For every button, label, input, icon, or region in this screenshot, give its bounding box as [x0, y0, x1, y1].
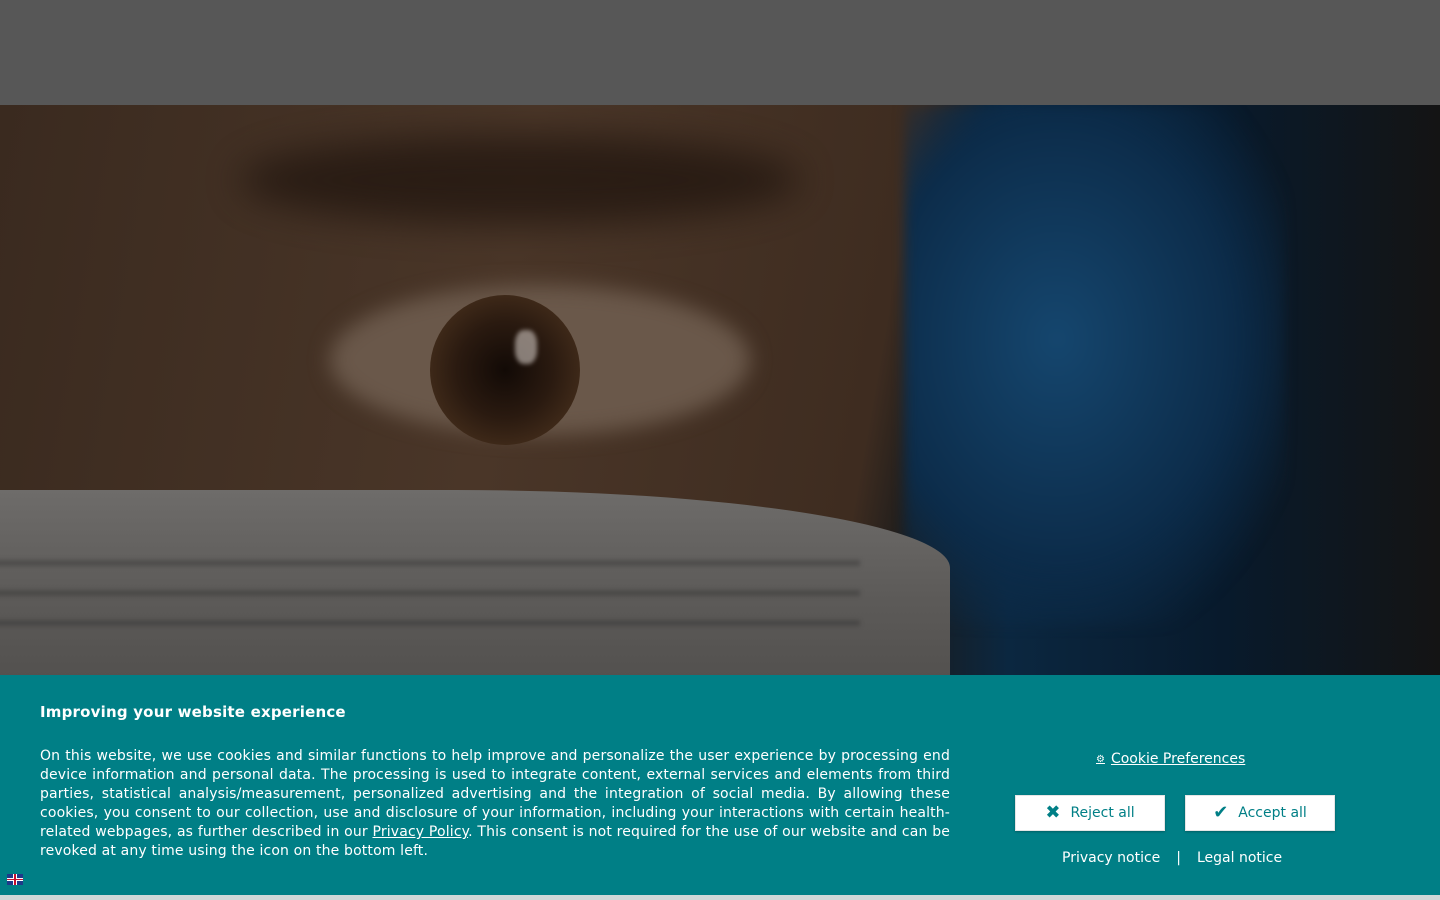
accept-all-label: Accept all [1238, 805, 1307, 821]
site-header [0, 0, 1440, 105]
privacy-policy-link[interactable]: Privacy Policy [373, 824, 469, 840]
surgical-cap [905, 105, 1285, 625]
legal-notice-link[interactable]: Legal notice [1197, 850, 1282, 866]
iris [430, 295, 580, 445]
mask-pleat [0, 560, 860, 566]
hero-image [0, 105, 1440, 675]
close-icon: ✖ [1045, 802, 1061, 823]
accept-all-button[interactable]: ✔ Accept all [1185, 795, 1335, 831]
checkmark-icon: ✔ [1213, 802, 1229, 823]
page-bottom-strip [0, 895, 1440, 900]
reject-all-label: Reject all [1070, 805, 1135, 821]
privacy-notice-link[interactable]: Privacy notice [1062, 850, 1160, 866]
uk-flag-icon[interactable] [7, 874, 23, 885]
eyebrow [240, 135, 800, 225]
banner-footer-links: Privacy notice | Legal notice [1062, 850, 1282, 866]
link-separator: | [1176, 850, 1181, 866]
cookie-banner: Improving your website experience On thi… [0, 675, 1440, 895]
gear-icon: ⚙ [1096, 753, 1105, 765]
mask-pleat [0, 590, 860, 596]
cookie-preferences-label: Cookie Preferences [1110, 751, 1246, 767]
cookie-banner-title: Improving your website experience [40, 703, 346, 721]
reject-all-button[interactable]: ✖ Reject all [1015, 795, 1165, 831]
mask-pleat [0, 620, 860, 626]
surgical-mask [0, 490, 950, 675]
flag-cross-horizontal [7, 879, 23, 880]
cookie-banner-text: On this website, we use cookies and simi… [40, 747, 950, 861]
cookie-preferences-link[interactable]: ⚙ Cookie Preferences [1096, 751, 1245, 767]
eye-glint [515, 330, 537, 364]
